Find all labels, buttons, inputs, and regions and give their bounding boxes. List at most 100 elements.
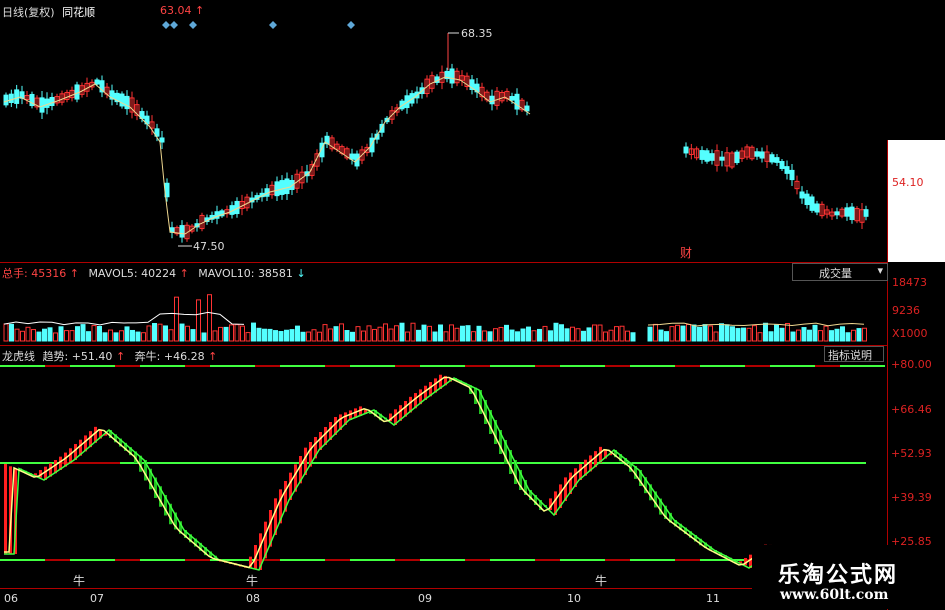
- volume-bar: [328, 328, 333, 342]
- candle-body: [863, 209, 869, 217]
- volume-bar: [300, 331, 306, 342]
- volume-bar: [829, 330, 834, 342]
- indicator-axis-tick: +66.46: [891, 403, 932, 416]
- volume-bar: [58, 326, 64, 342]
- volume-bar: [223, 326, 229, 342]
- candle-body: [734, 151, 740, 164]
- volume-bar: [581, 330, 586, 342]
- candlestick-chart[interactable]: [0, 0, 888, 262]
- volume-bar: [564, 328, 570, 342]
- event-diamond-icon[interactable]: [170, 21, 178, 29]
- volume-bars: [3, 294, 867, 342]
- volume-bar: [691, 324, 697, 342]
- volume-bar: [355, 326, 361, 342]
- volume-bar: [311, 329, 317, 342]
- volume-bar: [135, 331, 141, 342]
- x-axis-label: 11: [706, 592, 720, 605]
- candle-body: [774, 157, 780, 163]
- volume-bar: [520, 328, 526, 342]
- volume-bar: [333, 326, 339, 342]
- event-diamond-icon[interactable]: [189, 21, 197, 29]
- candle-body: [179, 225, 185, 238]
- volume-bar: [818, 330, 823, 342]
- indicator-help-button[interactable]: 指标说明: [824, 346, 884, 362]
- event-diamond-icon[interactable]: [162, 21, 170, 29]
- volume-bar: [322, 324, 328, 342]
- volume-axis-tick: 18473: [892, 276, 927, 289]
- volume-bar: [207, 294, 212, 342]
- volume-bar: [757, 332, 763, 342]
- candle-body: [524, 105, 530, 112]
- volume-bar: [614, 326, 619, 342]
- candle-body: [784, 166, 790, 174]
- volume-bar: [619, 325, 625, 342]
- volume-bar: [196, 299, 201, 342]
- volume-bar: [592, 324, 597, 342]
- bull-line: [4, 376, 790, 569]
- volume-bar: [234, 324, 240, 342]
- candle-body: [789, 169, 795, 181]
- volume-bar: [119, 330, 124, 342]
- volume-bar: [537, 328, 542, 342]
- volume-bar: [267, 328, 273, 342]
- indicator-help-label: 指标说明: [828, 349, 872, 362]
- candle-body: [39, 97, 45, 113]
- volume-bar: [3, 323, 9, 342]
- volume-bar: [526, 326, 531, 342]
- event-diamond-icon[interactable]: [347, 21, 355, 29]
- volume-bar: [851, 329, 856, 342]
- volume-bar: [25, 326, 31, 342]
- volume-bar: [840, 326, 845, 342]
- volume-bar: [339, 323, 344, 342]
- candle-body: [699, 150, 705, 160]
- volume-bar: [779, 327, 785, 342]
- volume-bar: [768, 331, 774, 342]
- volume-bar: [482, 330, 487, 342]
- volume-bar: [212, 330, 218, 342]
- volume-bar: [807, 329, 812, 342]
- volume-bar: [350, 331, 355, 342]
- volume-bar: [575, 328, 581, 342]
- candle-body: [514, 93, 520, 110]
- moving-average-line: [3, 76, 531, 235]
- candle-body: [769, 154, 775, 163]
- volume-bar: [708, 325, 713, 342]
- indicator-dropdown[interactable]: 成交量 ▾: [792, 263, 888, 281]
- volume-bar: [14, 328, 20, 342]
- volume-bar: [102, 332, 108, 342]
- watermark-url: www.60lt.com: [780, 587, 889, 603]
- volume-bar: [625, 330, 630, 342]
- volume-bar: [218, 326, 223, 342]
- volume-bar: [31, 329, 36, 342]
- volume-bar: [608, 329, 614, 342]
- volume-bar: [240, 325, 245, 342]
- volume-chart[interactable]: [0, 263, 888, 345]
- volume-bar: [432, 331, 438, 342]
- volume-bar: [438, 324, 443, 342]
- candle-body: [159, 137, 165, 143]
- x-axis-label: 06: [4, 592, 18, 605]
- volume-bar: [284, 329, 289, 342]
- event-diamond-icon[interactable]: [269, 21, 277, 29]
- volume-bar: [790, 331, 796, 342]
- volume-bar: [163, 325, 168, 342]
- price-panel[interactable]: 日线(复权) 同花顺 63.04 ↑ 68.35 47.50 财: [0, 0, 888, 262]
- volume-bar: [366, 325, 372, 342]
- volume-bar: [256, 327, 262, 342]
- volume-bar: [658, 329, 664, 342]
- candle-body: [704, 150, 710, 162]
- volume-bar: [509, 329, 515, 342]
- volume-bar: [410, 322, 416, 342]
- volume-bar: [702, 324, 708, 342]
- volume-bar: [669, 326, 675, 342]
- candle-body: [169, 227, 175, 233]
- volume-bar: [553, 322, 559, 342]
- volume-bar: [229, 324, 234, 342]
- volume-bar: [741, 327, 746, 342]
- volume-panel[interactable]: 总手: 45316 ↑ MAVOL5: 40224 ↑ MAVOL10: 385…: [0, 263, 888, 345]
- volume-bar: [834, 328, 840, 342]
- volume-bar: [262, 328, 267, 342]
- volume-bar: [108, 329, 113, 342]
- volume-bar: [278, 331, 284, 342]
- indicator-axis: +80.00 +66.46 +52.93 +39.39 +25.85: [888, 346, 945, 548]
